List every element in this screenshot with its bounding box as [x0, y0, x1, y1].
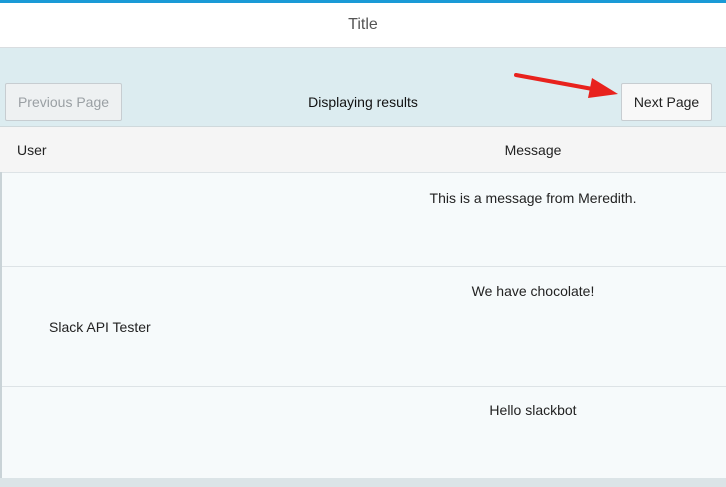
title-bar: Title [0, 3, 726, 48]
table-row: This is a message from Meredith. [0, 173, 726, 267]
previous-page-label: Previous Page [17, 94, 110, 110]
row-message: We have chocolate! [471, 283, 595, 299]
row-message: Hello slackbot [489, 402, 577, 418]
previous-page-button[interactable]: Previous Page [5, 83, 122, 121]
results-status-label: Displaying results [308, 94, 418, 110]
table-row: Hello slackbot [0, 387, 726, 479]
next-page-button[interactable]: Next Page [621, 83, 712, 121]
table-header: User Message [0, 127, 726, 173]
row-message: This is a message from Meredith. [429, 190, 637, 206]
column-header-message: Message [504, 141, 562, 158]
bottom-scroll-strip [0, 478, 726, 487]
column-header-user: User [17, 141, 47, 158]
results-table: User Message This is a message from Mere… [0, 127, 726, 479]
page-title: Title [348, 16, 378, 33]
app-window: Title Previous Page Displaying results N… [0, 0, 726, 487]
next-page-label: Next Page [633, 94, 700, 110]
left-edge-border [0, 172, 2, 478]
red-arrow-icon [514, 73, 618, 98]
row-user: Slack API Tester [49, 319, 151, 335]
table-row: Slack API Tester We have chocolate! [0, 267, 726, 387]
